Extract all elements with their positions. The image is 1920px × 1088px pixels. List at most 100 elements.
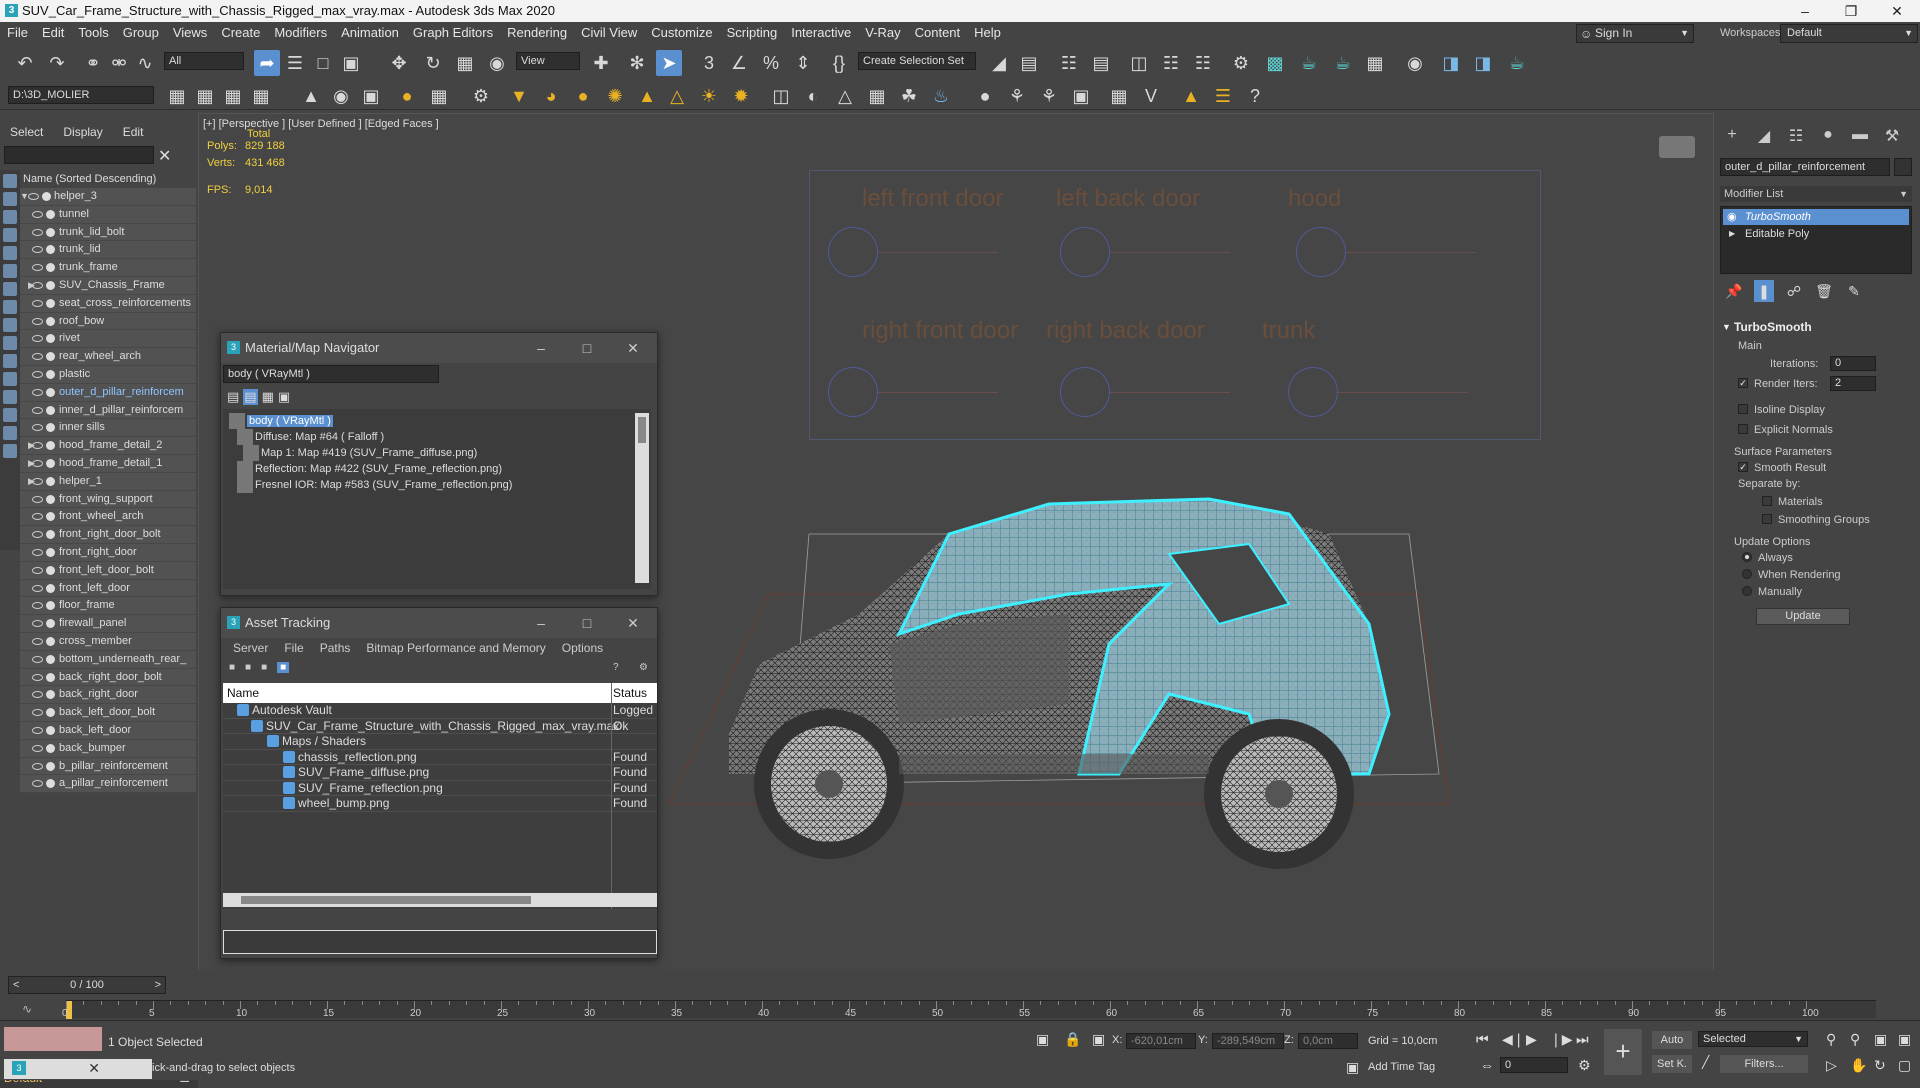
scene-node[interactable]: ▶ hood_frame_detail_1 bbox=[20, 454, 196, 473]
freeze-icon[interactable] bbox=[46, 441, 55, 451]
next-frame-icon[interactable]: > bbox=[155, 977, 161, 993]
vray-sphere-light-icon[interactable]: ● bbox=[570, 83, 596, 109]
scene-node[interactable]: front_left_door bbox=[20, 579, 196, 598]
table-row[interactable]: SUV_Car_Frame_Structure_with_Chassis_Rig… bbox=[223, 719, 657, 734]
vray-sun-icon[interactable]: ◉ bbox=[328, 83, 354, 109]
freeze-icon[interactable] bbox=[46, 672, 55, 682]
rect-selection-icon[interactable]: □ bbox=[310, 50, 336, 76]
asset-path-field[interactable] bbox=[223, 930, 657, 954]
vray-grass-icon[interactable]: ☘ bbox=[896, 83, 922, 109]
percent-snap-icon[interactable]: % bbox=[758, 50, 784, 76]
freeze-icon[interactable] bbox=[46, 245, 55, 255]
visibility-eye-icon[interactable] bbox=[32, 459, 43, 467]
filter-icon[interactable] bbox=[3, 390, 17, 404]
prev-frame-icon[interactable]: < bbox=[13, 977, 19, 993]
container-open-icon[interactable]: ▦ bbox=[192, 83, 218, 109]
vray-dome-icon[interactable]: ▣ bbox=[358, 83, 384, 109]
field-of-view-icon[interactable]: ▷ bbox=[1826, 1057, 1837, 1074]
visibility-eye-icon[interactable] bbox=[32, 584, 43, 592]
menu-interactive[interactable]: Interactive bbox=[784, 22, 858, 44]
close-icon[interactable]: ✕ bbox=[158, 146, 171, 166]
scene-node[interactable]: back_right_door_bolt bbox=[20, 668, 196, 687]
eye-icon[interactable]: ◉ bbox=[1727, 209, 1737, 225]
freeze-icon[interactable] bbox=[46, 298, 55, 308]
render-production-icon[interactable]: ☕ bbox=[1296, 50, 1322, 76]
explorer-menu-edit[interactable]: Edit bbox=[113, 122, 154, 142]
freeze-icon[interactable] bbox=[46, 565, 55, 575]
scene-node[interactable]: back_left_door bbox=[20, 721, 196, 740]
minimize-button[interactable]: – bbox=[1782, 0, 1828, 22]
utilities-tab-icon[interactable]: ⚒ bbox=[1882, 126, 1902, 146]
filter-icon[interactable] bbox=[3, 192, 17, 206]
menu-scripting[interactable]: Scripting bbox=[720, 22, 785, 44]
sky-icon[interactable]: ✹ bbox=[728, 83, 754, 109]
unlink-icon[interactable]: ⚮ bbox=[106, 50, 132, 76]
material-name-field[interactable]: body ( VRayMtl ) bbox=[223, 365, 439, 383]
freeze-icon[interactable] bbox=[46, 601, 55, 611]
keyboard-shortcut-icon[interactable]: ➤ bbox=[656, 50, 682, 76]
scene-node[interactable]: back_left_door_bolt bbox=[20, 704, 196, 722]
scene-node[interactable]: ▶ hood_frame_detail_2 bbox=[20, 437, 196, 455]
freeze-icon[interactable] bbox=[46, 530, 55, 540]
column-status[interactable]: Status bbox=[613, 683, 647, 703]
menu-edit[interactable]: Edit bbox=[35, 22, 71, 44]
visibility-eye-icon[interactable] bbox=[32, 246, 43, 254]
visibility-eye-icon[interactable] bbox=[32, 673, 43, 681]
filter-icon[interactable] bbox=[3, 174, 17, 188]
menu-tools[interactable]: Tools bbox=[71, 22, 115, 44]
freeze-icon[interactable] bbox=[46, 494, 55, 504]
checkout-icon[interactable]: ■ bbox=[245, 662, 251, 673]
explicit-normals-checkbox[interactable] bbox=[1738, 424, 1748, 434]
vray-light-spot-icon[interactable]: ▼ bbox=[506, 83, 532, 109]
door-control-handle[interactable] bbox=[1060, 367, 1110, 417]
door-control-handle[interactable] bbox=[828, 227, 878, 277]
checkin-icon[interactable]: ■ bbox=[261, 662, 267, 673]
dialog-title-bar[interactable]: 3 Asset Tracking – □ ✕ bbox=[221, 608, 657, 638]
freeze-icon[interactable] bbox=[46, 547, 55, 557]
freeze-icon[interactable] bbox=[46, 743, 55, 753]
viewcube[interactable] bbox=[1659, 136, 1695, 158]
container-icon[interactable]: ▦ bbox=[164, 83, 190, 109]
vray-sphere-fade-icon[interactable]: △ bbox=[832, 83, 858, 109]
go-to-end-icon[interactable]: ⏭ bbox=[1576, 1031, 1589, 1048]
pin-stack-icon[interactable]: 📌 bbox=[1724, 280, 1744, 302]
pivot-center-icon[interactable]: ✚ bbox=[588, 50, 614, 76]
material-editor-icon[interactable]: ☷ bbox=[1190, 50, 1216, 76]
scene-node[interactable]: seat_cross_reinforcements bbox=[20, 294, 196, 313]
vray-hemisphere-icon[interactable]: ◕ bbox=[538, 83, 564, 109]
materials-checkbox[interactable] bbox=[1762, 496, 1772, 506]
visibility-eye-icon[interactable] bbox=[32, 566, 43, 574]
scene-node[interactable]: inner sills bbox=[20, 419, 196, 438]
scrollbar-thumb[interactable] bbox=[638, 417, 646, 443]
time-config-icon[interactable]: ⚙ bbox=[1578, 1057, 1591, 1074]
go-to-start-icon[interactable]: ⏮ bbox=[1476, 1031, 1489, 1048]
stack-item-turbosmooth[interactable]: ◉ TurboSmooth bbox=[1723, 209, 1909, 225]
scene-node[interactable]: back_bumper bbox=[20, 739, 196, 758]
table-row[interactable]: chassis_reflection.png Found bbox=[223, 750, 657, 765]
play-icon[interactable]: ▶ bbox=[1526, 1031, 1537, 1048]
maximize-button[interactable]: □ bbox=[569, 608, 605, 638]
table-row[interactable]: wheel_bump.png Found bbox=[223, 796, 657, 812]
lock-selection-icon[interactable]: 🔒 bbox=[1064, 1031, 1081, 1048]
menu-rendering[interactable]: Rendering bbox=[500, 22, 574, 44]
named-selection-dropdown[interactable]: Create Selection Set bbox=[858, 52, 976, 70]
when-rendering-radio[interactable] bbox=[1742, 569, 1752, 579]
tree-item-reflection[interactable]: Reflection: Map #422 (SUV_Frame_reflecti… bbox=[237, 461, 502, 477]
freeze-icon[interactable] bbox=[46, 263, 55, 273]
door-control-handle[interactable] bbox=[828, 367, 878, 417]
visibility-eye-icon[interactable] bbox=[32, 602, 43, 610]
container-merge-icon[interactable]: ▦ bbox=[248, 83, 274, 109]
scene-node[interactable]: bottom_underneath_rear_ bbox=[20, 650, 196, 669]
vray-tree-icon[interactable]: ▲ bbox=[1178, 83, 1204, 109]
suv-wireframe-model[interactable] bbox=[649, 474, 1629, 894]
expand-arrow-icon[interactable]: ▶ bbox=[1729, 226, 1735, 242]
modify-tab-icon[interactable]: ◢ bbox=[1754, 126, 1774, 146]
key-filter-dropdown[interactable]: Selected ▼ bbox=[1698, 1031, 1808, 1047]
vray-omni-icon[interactable]: ▲ bbox=[634, 83, 660, 109]
freeze-icon[interactable] bbox=[46, 636, 55, 646]
render-gallery-icon[interactable]: ▦ bbox=[1362, 50, 1388, 76]
vray-interactive-icon[interactable]: ◨ bbox=[1470, 50, 1496, 76]
help-icon[interactable]: ? bbox=[1242, 83, 1268, 109]
freeze-icon[interactable] bbox=[46, 387, 55, 397]
minimize-button[interactable]: – bbox=[523, 333, 559, 363]
